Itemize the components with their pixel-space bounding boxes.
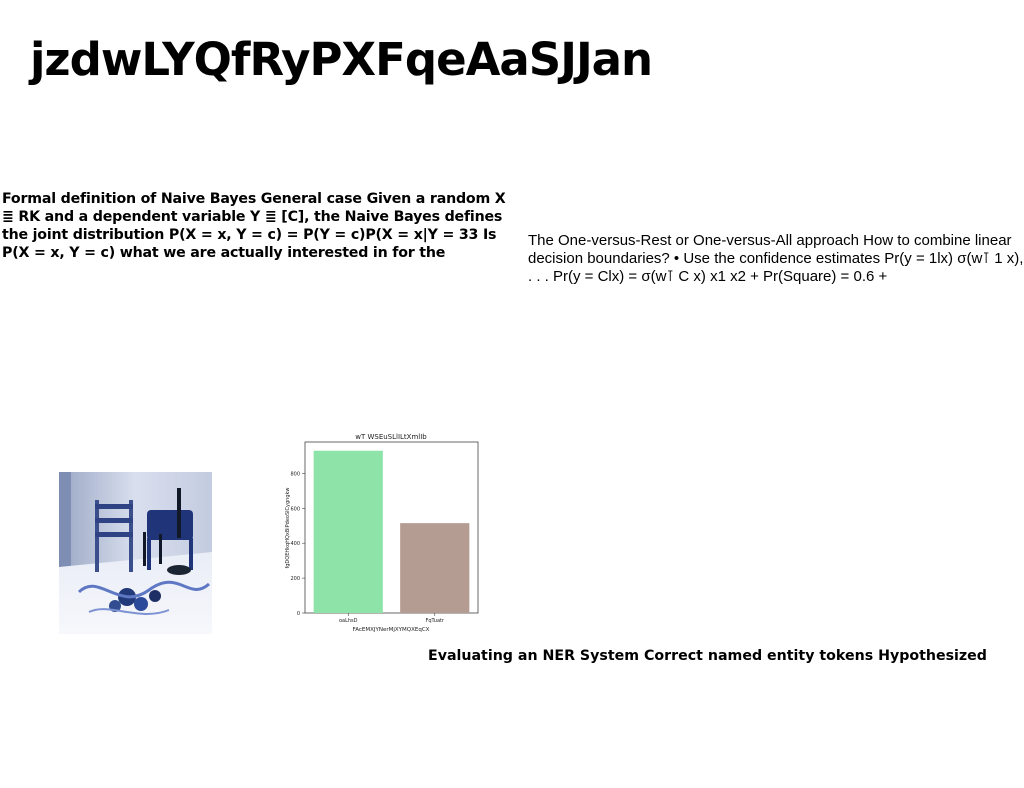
x-tick-label: oaLhsD: [339, 618, 358, 624]
ner-evaluation-caption: Evaluating an NER System Correct named e…: [428, 648, 987, 664]
y-tick-label: 200: [290, 576, 300, 582]
one-vs-rest-text-block: The One-versus-Rest or One-versus-All ap…: [528, 232, 1024, 285]
bar-oaLhsD: [313, 450, 383, 613]
x-tick-label: FqTuatr: [425, 618, 445, 624]
y-tick-label: 800: [290, 471, 300, 477]
y-tick-label: 400: [290, 541, 300, 547]
y-axis-label: fgDQEHkqHQxBiPdeoSlCygngkw: [285, 487, 291, 568]
chart-title: wT WSEuSLlILtXmlIb: [355, 433, 427, 441]
bar-chart: wT WSEuSLlILtXmlIb 0 200 400 600 800 oaLhsD F…: [285, 433, 479, 633]
x-axis: oaLhsD FqTuatr: [339, 613, 445, 624]
x-axis-label: FAcEMXJYNerMjXYMQXEqCX: [353, 627, 430, 633]
bars-group: [313, 450, 470, 613]
still-life-photo-icon: [59, 472, 212, 634]
y-tick-label: 0: [297, 611, 300, 617]
y-axis: 0 200 400 600 800: [290, 471, 305, 617]
naive-bayes-text-block: Formal definition of Naive Bayes General…: [2, 191, 506, 261]
page-title: jzdwLYQfRyPXFqeAaSJJan: [30, 33, 653, 86]
bar-FqTuatr: [400, 523, 470, 613]
y-tick-label: 600: [290, 506, 300, 512]
still-life-photo: [59, 472, 212, 634]
